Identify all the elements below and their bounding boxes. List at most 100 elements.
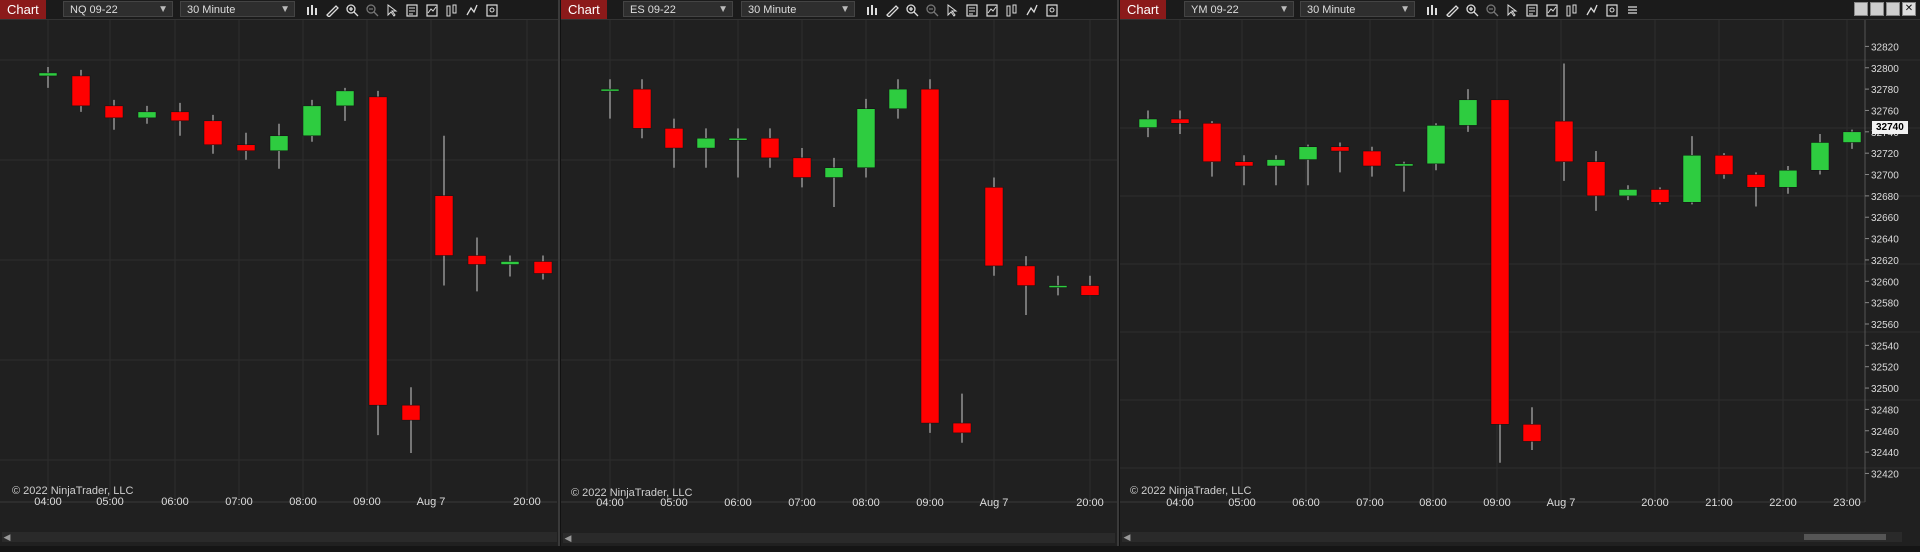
y-axis-label: 32560 bbox=[1871, 320, 1899, 331]
properties-icon[interactable] bbox=[1045, 3, 1059, 17]
x-axis-label: 04:00 bbox=[1166, 497, 1194, 509]
strategies-icon[interactable] bbox=[1005, 3, 1019, 17]
interval-selector[interactable]: 30 Minute ▼ bbox=[741, 1, 855, 17]
scroll-left-icon[interactable]: ◀ bbox=[1122, 532, 1132, 542]
instrument-value: YM 09-22 bbox=[1191, 4, 1239, 16]
templates-icon[interactable] bbox=[1025, 3, 1039, 17]
indicators-icon[interactable] bbox=[1545, 3, 1559, 17]
candle-body bbox=[600, 88, 620, 92]
x-axis-label: 08:00 bbox=[289, 496, 317, 508]
y-axis-label: 32420 bbox=[1871, 469, 1899, 480]
chart-panel-es: Chart ES 09-22 ▼ 30 Minute ▼ 04:00 05:00 06:… bbox=[561, 0, 1119, 552]
chevron-down-icon: ▼ bbox=[280, 4, 290, 15]
candle-body bbox=[1522, 424, 1542, 442]
instrument-value: NQ 09-22 bbox=[70, 4, 118, 16]
candle-body bbox=[888, 88, 908, 110]
candle-body bbox=[1298, 146, 1318, 160]
templates-icon[interactable] bbox=[465, 3, 479, 17]
pointer-icon[interactable] bbox=[1505, 3, 1519, 17]
candle-body bbox=[1458, 99, 1478, 126]
grid bbox=[1120, 20, 1920, 500]
zoom-in-icon[interactable] bbox=[905, 3, 919, 17]
draw-icon[interactable] bbox=[1445, 3, 1459, 17]
data-box-icon[interactable] bbox=[965, 3, 979, 17]
candle-body bbox=[170, 111, 190, 122]
draw-icon[interactable] bbox=[885, 3, 899, 17]
candle-body bbox=[1170, 118, 1190, 124]
toolbar-tools bbox=[865, 0, 1059, 19]
candle-body bbox=[104, 105, 124, 119]
scroll-left-icon[interactable]: ◀ bbox=[563, 533, 573, 543]
x-axis-label: 08:00 bbox=[852, 497, 880, 509]
instrument-selector[interactable]: YM 09-22 ▼ bbox=[1184, 1, 1294, 17]
chart-tab[interactable]: Chart bbox=[561, 0, 607, 19]
interval-value: 30 Minute bbox=[748, 4, 797, 16]
scrollbar-thumb[interactable] bbox=[1804, 534, 1886, 540]
interval-selector[interactable]: 30 Minute ▼ bbox=[180, 1, 295, 17]
x-axis-label: 06:00 bbox=[1292, 497, 1320, 509]
x-axis-label: 06:00 bbox=[724, 497, 752, 509]
instrument-selector[interactable]: NQ 09-22 ▼ bbox=[63, 1, 173, 17]
draw-icon[interactable] bbox=[325, 3, 339, 17]
copyright-text: © 2022 NinjaTrader, LLC bbox=[12, 485, 134, 497]
chart-tab[interactable]: Chart bbox=[1120, 0, 1166, 19]
zoom-out-icon[interactable] bbox=[365, 3, 379, 17]
zoom-in-icon[interactable] bbox=[1465, 3, 1479, 17]
candle-body bbox=[533, 261, 553, 274]
candle-body bbox=[1714, 155, 1734, 175]
candle-body bbox=[1618, 189, 1638, 197]
price-chart[interactable]: 04:00 05:00 06:00 07:00 08:00 09:00 Aug 7 20:00… bbox=[1120, 20, 1920, 532]
strategies-icon[interactable] bbox=[1565, 3, 1579, 17]
zoom-out-icon[interactable] bbox=[925, 3, 939, 17]
zoom-in-icon[interactable] bbox=[345, 3, 359, 17]
candle-body bbox=[401, 404, 421, 421]
candle-body bbox=[368, 96, 388, 406]
maximize-icon[interactable] bbox=[1886, 2, 1900, 16]
y-axis-label: 32580 bbox=[1871, 299, 1899, 310]
y-axis-label: 32520 bbox=[1871, 363, 1899, 374]
restore-icon[interactable] bbox=[1870, 2, 1884, 16]
y-axis-label: 32480 bbox=[1871, 405, 1899, 416]
candle-body bbox=[1266, 159, 1286, 167]
close-icon[interactable]: ✕ bbox=[1902, 2, 1916, 16]
candle-body bbox=[302, 105, 322, 137]
properties-icon[interactable] bbox=[485, 3, 499, 17]
candle-body bbox=[38, 72, 58, 77]
pointer-icon[interactable] bbox=[385, 3, 399, 17]
price-chart[interactable]: 04:00 05:00 06:00 07:00 08:00 09:00 Aug 7 20:00 bbox=[561, 20, 1119, 532]
properties-icon[interactable] bbox=[1605, 3, 1619, 17]
list-icon[interactable] bbox=[1625, 3, 1639, 17]
x-axis-label: 20:00 bbox=[1641, 497, 1669, 509]
x-axis-label: 09:00 bbox=[916, 497, 944, 509]
chart-panel-nq: Chart NQ 09-22 ▼ 30 Minute ▼ 04:00 05:00 06:… bbox=[0, 0, 560, 552]
bar-type-icon[interactable] bbox=[305, 3, 319, 17]
x-axis-label: 09:00 bbox=[353, 496, 381, 508]
price-chart[interactable]: 04:00 05:00 06:00 07:00 08:00 09:00 Aug 7 20:00 bbox=[0, 20, 560, 532]
horizontal-scrollbar[interactable]: ◀ bbox=[563, 533, 1115, 543]
data-box-icon[interactable] bbox=[1525, 3, 1539, 17]
interval-selector[interactable]: 30 Minute ▼ bbox=[1300, 1, 1415, 17]
zoom-out-icon[interactable] bbox=[1485, 3, 1499, 17]
x-axis-label: 07:00 bbox=[1356, 497, 1384, 509]
y-axis-label: 32760 bbox=[1871, 106, 1899, 117]
horizontal-scrollbar[interactable]: ◀ bbox=[1122, 532, 1902, 542]
pointer-icon[interactable] bbox=[945, 3, 959, 17]
bar-type-icon[interactable] bbox=[865, 3, 879, 17]
candle-body bbox=[696, 137, 716, 149]
horizontal-scrollbar[interactable]: ◀ bbox=[2, 532, 557, 542]
bar-type-icon[interactable] bbox=[1425, 3, 1439, 17]
scroll-left-icon[interactable]: ◀ bbox=[2, 532, 12, 542]
indicators-icon[interactable] bbox=[425, 3, 439, 17]
indicators-icon[interactable] bbox=[985, 3, 999, 17]
candle-body bbox=[434, 195, 454, 256]
strategies-icon[interactable] bbox=[445, 3, 459, 17]
candle-body bbox=[1234, 161, 1254, 167]
data-box-icon[interactable] bbox=[405, 3, 419, 17]
candle-body bbox=[335, 90, 355, 107]
candle-body bbox=[1490, 99, 1510, 425]
instrument-selector[interactable]: ES 09-22 ▼ bbox=[623, 1, 733, 17]
minimize-icon[interactable] bbox=[1854, 2, 1868, 16]
chart-tab[interactable]: Chart bbox=[0, 0, 46, 19]
templates-icon[interactable] bbox=[1585, 3, 1599, 17]
candle-body bbox=[203, 120, 223, 146]
